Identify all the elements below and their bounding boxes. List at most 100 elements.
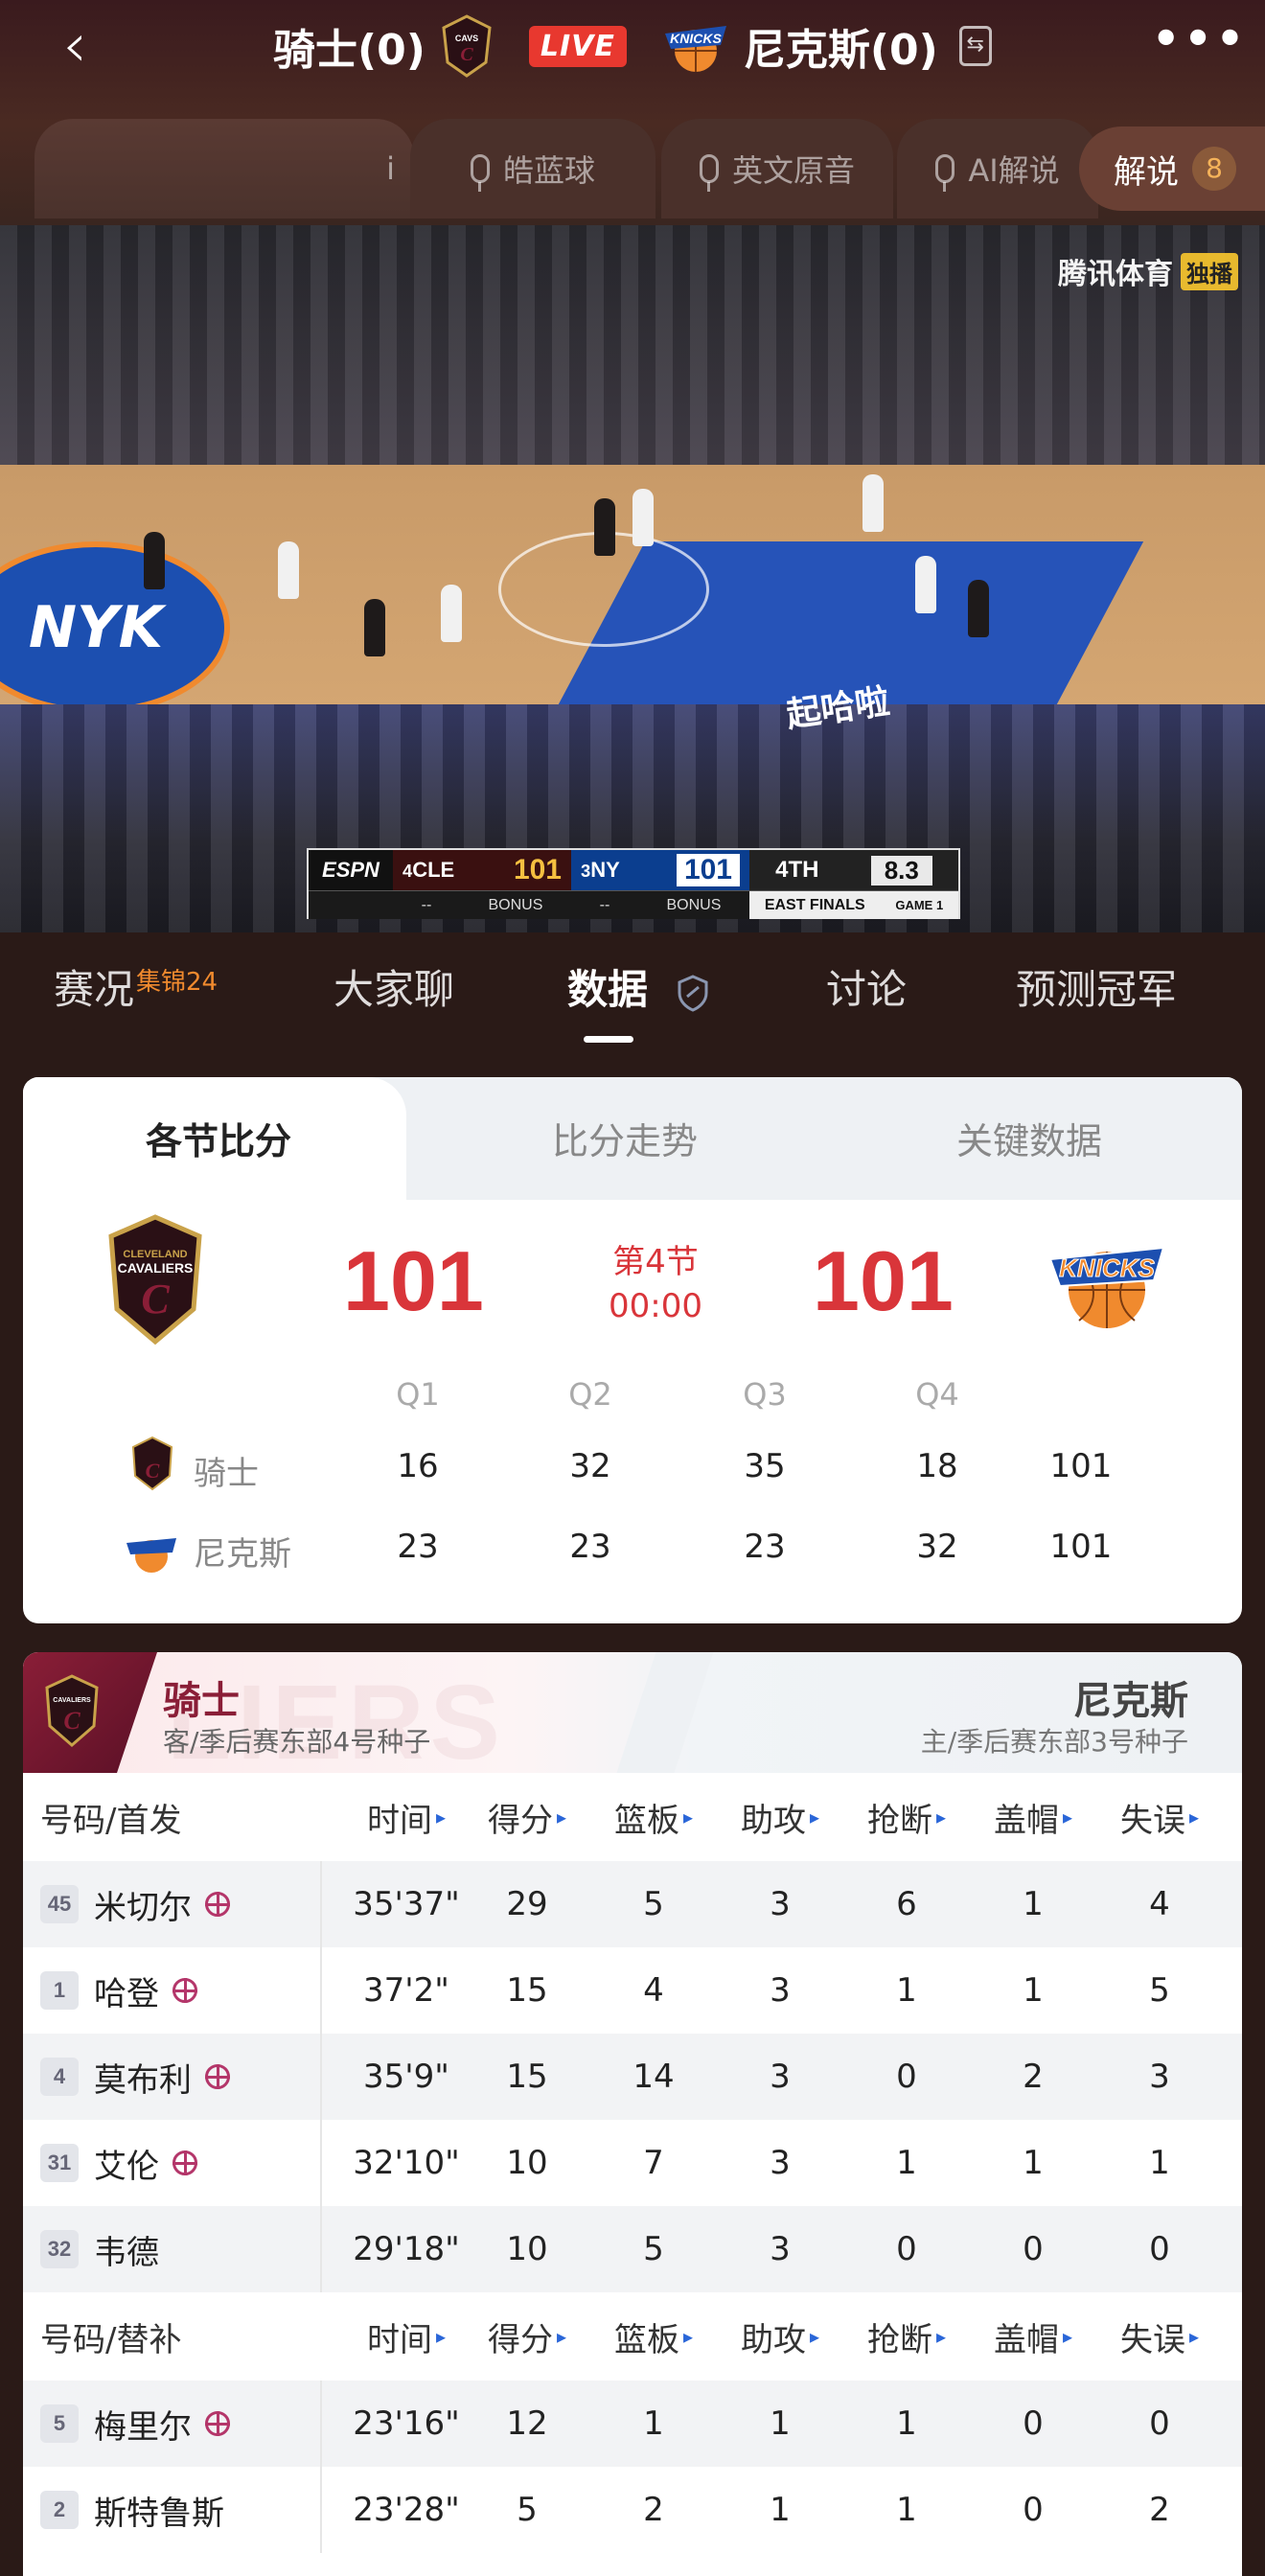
- stat-ast: 3: [770, 2230, 791, 2268]
- stat-pts: 15: [506, 2058, 548, 2096]
- header-time[interactable]: 时间 ▸: [320, 2292, 493, 2380]
- player-name[interactable]: 艾伦: [94, 2140, 159, 2187]
- stat-ast: 3: [770, 1885, 791, 1923]
- player-name[interactable]: 米切尔: [94, 1881, 192, 1928]
- stat-tov: 0: [1149, 2404, 1170, 2443]
- home-team-label[interactable]: 骑士: [163, 1669, 240, 1725]
- audio-option-3[interactable]: AI解说: [897, 119, 1098, 218]
- back-button[interactable]: ‹: [46, 15, 104, 77]
- commentary-label: 解说: [1114, 152, 1179, 192]
- quarter-score: 23: [569, 1528, 611, 1566]
- banner-divider: [616, 1652, 714, 1773]
- home-total-score: 101: [343, 1233, 484, 1328]
- player-name[interactable]: 韦德: [94, 2226, 159, 2273]
- stat-stl: 0: [896, 2058, 917, 2096]
- player-name-cell: 1 哈登: [40, 1947, 197, 2034]
- header-turnovers[interactable]: 失误 ▸: [1112, 1773, 1208, 1861]
- sort-arrow-icon: ▸: [1062, 1806, 1073, 1828]
- tab-data[interactable]: 数据: [567, 957, 710, 1016]
- player-name[interactable]: 哈登: [94, 1967, 159, 2014]
- subtab-score-trend[interactable]: 比分走势: [552, 1112, 698, 1164]
- jersey-number: 31: [40, 2144, 79, 2182]
- audio-option-label: AI解说: [968, 152, 1060, 189]
- stat-blk: 0: [1023, 2491, 1044, 2529]
- header-points[interactable]: 得分 ▸: [479, 1773, 575, 1861]
- subtab-key-data[interactable]: 关键数据: [956, 1112, 1102, 1164]
- jersey-number: 4: [40, 2058, 79, 2096]
- stat-reb: 14: [632, 2058, 675, 2096]
- quarter-score: 23: [744, 1528, 786, 1566]
- player-name[interactable]: 斯特鲁斯: [94, 2487, 224, 2534]
- header-rebounds[interactable]: 篮板 ▸: [606, 2292, 702, 2380]
- header-blocks[interactable]: 盖帽 ▸: [985, 1773, 1081, 1861]
- tab-predict-champion[interactable]: 预测冠军: [1016, 957, 1177, 1016]
- tab-discussion[interactable]: 讨论: [826, 957, 907, 1016]
- quarter-score-card: 各节比分 比分走势 关键数据 CLEVELAND CAVALIERS C 101…: [23, 1077, 1242, 1623]
- player-name[interactable]: 梅里尔: [94, 2401, 192, 2448]
- header-assists[interactable]: 助攻 ▸: [732, 2292, 828, 2380]
- stat-tov: 1: [1149, 2144, 1170, 2182]
- header-turnovers[interactable]: 失误 ▸: [1112, 2292, 1208, 2380]
- header-assists[interactable]: 助攻 ▸: [732, 1773, 828, 1861]
- exclusive-tag: 独播: [1181, 252, 1238, 290]
- player-name[interactable]: 莫布利: [94, 2054, 192, 2101]
- audio-option-2[interactable]: 英文原音: [661, 119, 893, 218]
- commentary-button[interactable]: 解说 8: [1079, 126, 1265, 211]
- header-steals[interactable]: 抢断 ▸: [859, 2292, 954, 2380]
- player-row[interactable]: 45 米切尔 35'37" 29 5 3 6 1 4: [23, 1861, 1242, 1947]
- cavaliers-logo-icon: CAVS C: [439, 13, 494, 79]
- stat-stl: 1: [896, 1971, 917, 2010]
- player-row[interactable]: 31 艾伦 32'10" 10 7 3 1 1 1: [23, 2120, 1242, 2206]
- stat-tov: 5: [1149, 1971, 1170, 2010]
- header-blocks[interactable]: 盖帽 ▸: [985, 2292, 1081, 2380]
- player-row[interactable]: 4 莫布利 35'9" 15 14 3 0 2 3: [23, 2034, 1242, 2120]
- player-row[interactable]: 2 斯特鲁斯 23'28" 5 2 1 1 0 2: [23, 2467, 1242, 2553]
- score-subtabs: 各节比分 比分走势 关键数据: [23, 1077, 1242, 1200]
- stat-ast: 1: [770, 2491, 791, 2529]
- stat-pts: 29: [506, 1885, 548, 1923]
- scorebug-ny: 3NY 101: [571, 850, 749, 890]
- knicks-logo-icon: [125, 1528, 178, 1579]
- more-options-button[interactable]: •••: [1152, 16, 1244, 73]
- away-team-seed: 主/季后赛东部3号种子: [920, 1726, 1188, 1758]
- player-name-cell: 4 莫布利: [40, 2034, 230, 2120]
- match-title: 骑士(0) CAVS C LIVE KNICKS 尼克斯(0) ⇆: [273, 12, 992, 80]
- stat-pts: 10: [506, 2144, 548, 2182]
- svg-text:C: C: [146, 1459, 160, 1483]
- active-tab-indicator: [584, 1036, 633, 1043]
- player-row[interactable]: 1 哈登 37'2" 15 4 3 1 1 5: [23, 1947, 1242, 2034]
- basketball-icon: [172, 2150, 197, 2175]
- audio-default-chip[interactable]: i: [34, 119, 414, 218]
- jersey-number: 5: [40, 2404, 79, 2443]
- audio-option-1[interactable]: 皓蓝球: [410, 119, 656, 218]
- stat-time: 35'37": [353, 1885, 460, 1923]
- away-team-label[interactable]: 尼克斯: [1073, 1669, 1188, 1725]
- quarter-score: 32: [916, 1528, 958, 1566]
- subtab-quarter-scores[interactable]: 各节比分: [146, 1112, 291, 1164]
- player-figure: [915, 556, 936, 613]
- scorebug-cle-bonus: -- BONUS: [421, 896, 543, 913]
- tab-game-status[interactable]: 赛况集锦24: [54, 957, 218, 1016]
- player-row[interactable]: 32 韦德 29'18" 10 5 3 0 0 0: [23, 2206, 1242, 2292]
- svg-text:C: C: [63, 1707, 80, 1735]
- broadcaster-watermark: 腾讯体育 独播: [1058, 250, 1238, 292]
- header-rebounds[interactable]: 篮板 ▸: [606, 1773, 702, 1861]
- network-logo: ESPN: [309, 850, 393, 890]
- player-row[interactable]: 5 梅里尔 23'16" 12 1 1 1 0 0: [23, 2380, 1242, 2467]
- knicks-logo-icon: KNICKS: [661, 16, 730, 76]
- quarter-row-team: 尼克斯: [194, 1535, 291, 1574]
- cavaliers-logo-icon: CLEVELAND CAVALIERS C: [105, 1213, 205, 1349]
- header-steals[interactable]: 抢断 ▸: [859, 1773, 954, 1861]
- header-points[interactable]: 得分 ▸: [479, 2292, 575, 2380]
- stat-tov: 4: [1149, 1885, 1170, 1923]
- video-player[interactable]: NYK 腾讯体育 独播 起哈啦 ESPN 4CLE 101 3NY 101 4T…: [0, 225, 1265, 932]
- player-figure: [364, 599, 385, 656]
- shield-icon: [678, 974, 708, 1012]
- tv-scorebug: ESPN 4CLE 101 3NY 101 4TH 8.3 -- BONUS --…: [307, 848, 960, 919]
- player-figure: [594, 498, 615, 556]
- header-time[interactable]: 时间 ▸: [320, 1773, 493, 1861]
- switch-side-icon[interactable]: ⇆: [958, 26, 992, 66]
- stat-blk: 1: [1023, 1971, 1044, 2010]
- tab-chat[interactable]: 大家聊: [334, 957, 454, 1016]
- svg-text:C: C: [141, 1276, 170, 1322]
